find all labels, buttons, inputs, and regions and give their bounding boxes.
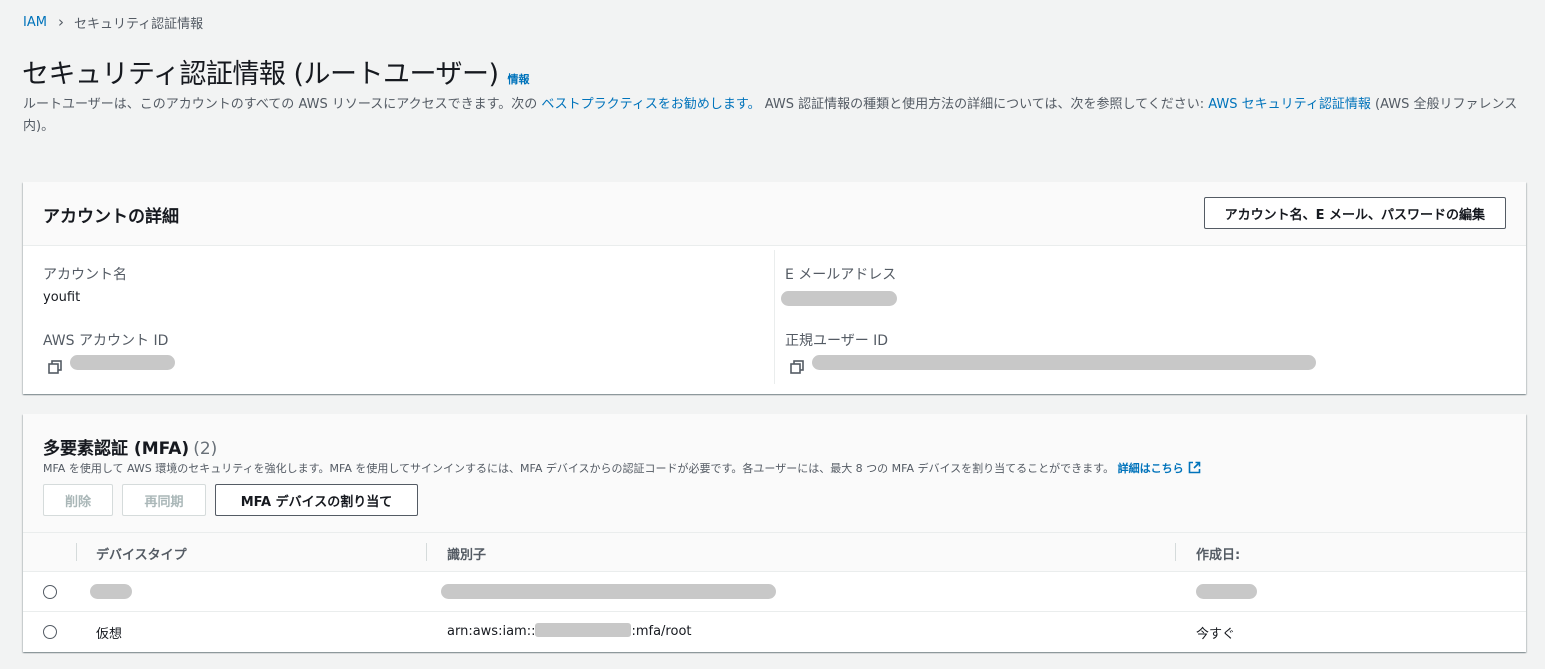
column-created: 作成日: [1196, 548, 1241, 563]
column-separator [76, 543, 77, 561]
mfa-title-text: 多要素認証 (MFA) [43, 439, 190, 459]
column-device-type: デバイスタイプ [96, 548, 187, 563]
security-credentials-link[interactable]: AWS セキュリティ認証情報 [1208, 97, 1371, 112]
table-row [23, 572, 1526, 612]
external-link-icon [1188, 461, 1200, 474]
account-id-value [43, 355, 175, 374]
page-description: ルートユーザーは、このアカウントのすべての AWS リソースにアクセスできます。… [23, 94, 1528, 138]
identifier-cell: arn:aws:iam:::mfa/root [447, 623, 692, 639]
identifier-suffix: :mfa/root [631, 624, 692, 639]
mfa-description: MFA を使用して AWS 環境のセキュリティを強化します。MFA を使用してサ… [43, 460, 1201, 476]
copy-icon[interactable] [48, 359, 62, 374]
page-description-text-1: ルートユーザーは、このアカウントのすべての AWS リソースにアクセスできます。… [23, 97, 542, 112]
redacted-device-type [90, 584, 132, 599]
account-id-label: AWS アカウント ID [43, 333, 169, 349]
account-details-panel: アカウントの詳細 アカウント名、E メール、パスワードの編集 アカウント名 yo… [23, 182, 1526, 394]
copy-icon[interactable] [790, 359, 804, 374]
row-select-radio[interactable] [43, 625, 57, 639]
column-divider [774, 250, 775, 384]
redacted-canonical-id [812, 355, 1316, 370]
breadcrumb-iam-link[interactable]: IAM [23, 15, 47, 30]
email-field: E メールアドレス [781, 264, 897, 310]
mfa-count: (2) [193, 439, 218, 459]
column-separator [1175, 543, 1176, 561]
identifier-prefix: arn:aws:iam:: [447, 624, 536, 639]
column-separator [426, 543, 427, 561]
redacted-identifier [441, 584, 776, 599]
redacted-account-id [70, 355, 175, 370]
account-id-field: AWS アカウント ID [43, 330, 175, 374]
learn-more-link[interactable]: 詳細はこちら [1117, 461, 1201, 475]
breadcrumb-current: セキュリティ認証情報 [73, 16, 204, 32]
delete-button[interactable]: 削除 [43, 484, 113, 516]
account-details-header: アカウントの詳細 アカウント名、E メール、パスワードの編集 [23, 182, 1526, 246]
device-type-cell: 仮想 [96, 627, 123, 642]
row-select-radio[interactable] [43, 585, 57, 599]
redacted-account-number [535, 623, 632, 637]
mfa-panel: 多要素認証 (MFA) (2) MFA を使用して AWS 環境のセキュリティを強… [23, 414, 1526, 652]
breadcrumb: IAM › セキュリティ認証情報 [23, 12, 203, 32]
edit-account-button[interactable]: アカウント名、E メール、パスワードの編集 [1203, 197, 1506, 229]
mfa-header: 多要素認証 (MFA) (2) MFA を使用して AWS 環境のセキュリティを強… [23, 414, 1526, 532]
chevron-right-icon: › [57, 12, 64, 31]
account-name-field: アカウント名 youfit [43, 264, 127, 305]
canonical-user-id-value [785, 355, 1316, 374]
mfa-actions: 削除 再同期 MFA デバイスの割り当て [43, 484, 418, 516]
page-title: セキュリティ認証情報 (ルートユーザー) [22, 59, 499, 90]
mfa-title: 多要素認証 (MFA) (2) [43, 434, 217, 459]
account-name-label: アカウント名 [43, 267, 127, 283]
table-row: 仮想 arn:aws:iam:::mfa/root 今すぐ [23, 612, 1526, 652]
redacted-created-date [1196, 584, 1257, 599]
redacted-email [781, 291, 897, 306]
mfa-description-text: MFA を使用して AWS 環境のセキュリティを強化します。MFA を使用してサ… [43, 462, 1115, 475]
account-details-title: アカウントの詳細 [43, 207, 179, 227]
info-link[interactable]: 情報 [508, 71, 530, 87]
learn-more-label: 詳細はこちら [1117, 462, 1184, 475]
best-practices-link[interactable]: ベストプラクティスをお勧めします。 [541, 97, 760, 112]
column-identifier: 識別子 [447, 548, 487, 563]
assign-mfa-device-button[interactable]: MFA デバイスの割り当て [215, 484, 418, 516]
account-name-value: youfit [43, 290, 81, 305]
email-value [781, 291, 897, 310]
table-header: デバイスタイプ 識別子 作成日: [23, 532, 1526, 572]
created-cell: 今すぐ [1196, 627, 1236, 642]
page-header: セキュリティ認証情報 (ルートユーザー) 情報 [22, 52, 530, 91]
mfa-devices-table: デバイスタイプ 識別子 作成日: 仮想 arn:aws:iam:::mfa/ro… [23, 532, 1526, 652]
page-description-text-2: AWS 認証情報の種類と使用方法の詳細については、次を参照してください: [760, 97, 1209, 112]
email-label: E メールアドレス [785, 267, 897, 283]
canonical-user-id-field: 正規ユーザー ID [785, 330, 1316, 374]
resync-button[interactable]: 再同期 [122, 484, 206, 516]
canonical-user-id-label: 正規ユーザー ID [785, 333, 889, 349]
